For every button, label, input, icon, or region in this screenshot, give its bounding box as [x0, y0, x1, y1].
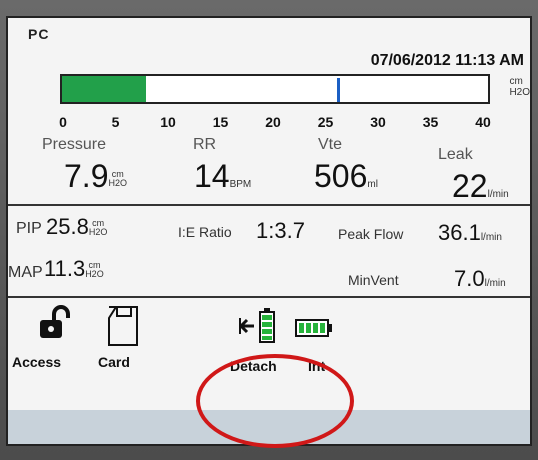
divider-2 — [8, 296, 530, 298]
scale-tick: 0 — [59, 114, 67, 130]
date-time: 07/06/2012 11:13 AM — [370, 52, 524, 69]
scale-tick: 15 — [212, 114, 229, 130]
map-value: 11.3 cm H2O — [44, 256, 104, 281]
minvent-value: 7.0l/min — [454, 266, 506, 291]
scale-tick: 10 — [160, 114, 176, 130]
mode-label: PC — [28, 26, 50, 42]
scale-tick: 5 — [111, 114, 120, 130]
scale-tick: 25 — [317, 114, 334, 130]
annotation-circle — [196, 354, 354, 448]
pressure-bar — [60, 74, 490, 104]
minvent-label: MinVent — [348, 272, 399, 288]
pip-value: 25.8 cm H2O — [46, 214, 108, 239]
vte-value: 506ml — [314, 158, 378, 194]
scale-tick: 30 — [370, 114, 386, 130]
bar-scale: 0 5 10 15 20 25 30 35 40 — [59, 114, 491, 138]
access-button-label[interactable]: Access — [12, 354, 61, 370]
pressure-label: Pressure — [42, 136, 107, 153]
rr-label: RR — [193, 136, 217, 153]
map-label: MAP — [8, 264, 43, 281]
detach-battery-icon[interactable] — [238, 306, 278, 346]
bar-unit: cm H2O — [509, 76, 530, 98]
leak-value: 22l/min — [452, 168, 509, 204]
divider-1 — [8, 204, 530, 206]
pressure-bar-fill — [62, 76, 147, 102]
scale-tick: 20 — [265, 114, 281, 130]
pip-label: PIP — [16, 220, 42, 237]
scale-tick: 40 — [475, 114, 491, 130]
vte-label: Vte — [318, 136, 343, 153]
card-button-label[interactable]: Card — [98, 354, 130, 370]
unlock-icon[interactable] — [34, 304, 74, 344]
pressure-value: 7.9 cm H2O — [64, 158, 127, 194]
internal-battery-icon — [294, 318, 334, 338]
leak-label: Leak — [438, 146, 473, 163]
pressure-unit: cm H2O — [108, 168, 127, 188]
scale-tick: 35 — [422, 114, 439, 130]
card-icon[interactable] — [106, 304, 140, 348]
peak-flow-label: Peak Flow — [338, 226, 404, 242]
peak-flow-value: 36.1l/min — [438, 220, 502, 245]
ie-ratio-value: 1:3.7 — [256, 218, 305, 243]
rr-value: 14BPM — [194, 158, 252, 194]
ie-ratio-label: I:E Ratio — [178, 224, 232, 240]
pip-marker — [336, 78, 340, 102]
